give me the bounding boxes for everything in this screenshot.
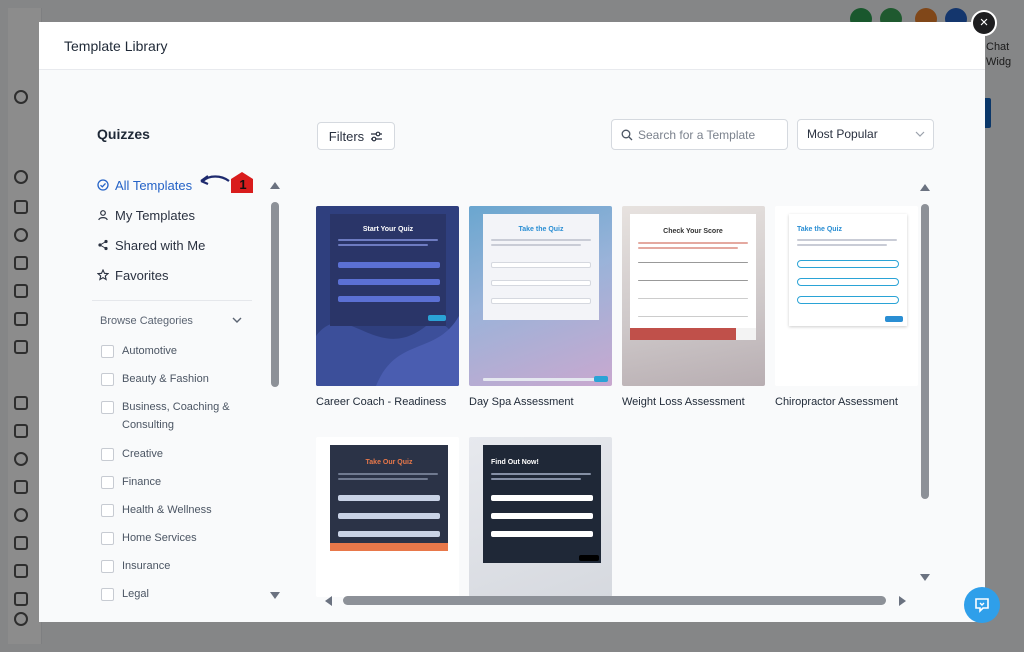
nav-all-templates[interactable]: All Templates bbox=[97, 176, 192, 194]
sidebar-scrollbar[interactable] bbox=[271, 202, 279, 387]
template-thumbnail[interactable]: Take Our Quiz bbox=[316, 437, 459, 597]
category-checkbox[interactable] bbox=[101, 401, 114, 414]
sliders-icon bbox=[371, 131, 383, 141]
template-thumbnail[interactable]: Find Out Now! bbox=[469, 437, 612, 597]
search-field[interactable] bbox=[611, 119, 788, 150]
star-icon bbox=[97, 269, 109, 281]
template-thumbnail[interactable]: Start Your Quiz bbox=[316, 206, 459, 386]
grid-scroll-down[interactable] bbox=[920, 574, 930, 581]
grid-scroll-left[interactable] bbox=[325, 596, 332, 606]
template-heading: Find Out Now! bbox=[491, 459, 539, 466]
category-checkbox[interactable] bbox=[101, 532, 114, 545]
category-business-coaching[interactable]: Business, Coaching & Consulting bbox=[101, 401, 242, 434]
category-label: Legal bbox=[122, 588, 149, 600]
nav-favorites[interactable]: Favorites bbox=[97, 266, 168, 284]
template-heading: Start Your Quiz bbox=[362, 226, 414, 233]
check-circle-icon bbox=[97, 179, 109, 191]
chevron-down-icon[interactable] bbox=[231, 315, 243, 325]
template-name: Day Spa Assessment bbox=[469, 396, 574, 408]
template-name: Career Coach - Readiness bbox=[316, 396, 447, 408]
template-heading: Take the Quiz bbox=[797, 226, 842, 233]
category-checkbox[interactable] bbox=[101, 345, 114, 358]
template-heading: Take Our Quiz bbox=[365, 459, 413, 466]
category-health-wellness[interactable]: Health & Wellness bbox=[101, 504, 242, 519]
modal-header: Template Library bbox=[39, 22, 985, 70]
grid-scroll-up[interactable] bbox=[920, 184, 930, 191]
category-label: Home Services bbox=[122, 532, 197, 544]
template-thumbnail[interactable]: Take the Quiz bbox=[469, 206, 612, 386]
category-home-services[interactable]: Home Services bbox=[101, 532, 242, 547]
category-checkbox[interactable] bbox=[101, 588, 114, 601]
category-label: Beauty & Fashion bbox=[122, 373, 209, 385]
nav-label: All Templates bbox=[115, 177, 193, 193]
template-heading: Take the Quiz bbox=[518, 226, 564, 233]
nav-label: My Templates bbox=[115, 207, 195, 223]
sidebar-scroll-down[interactable] bbox=[270, 592, 280, 599]
category-label: Finance bbox=[122, 476, 162, 488]
nav-label: Favorites bbox=[115, 267, 169, 283]
category-label: Insurance bbox=[122, 560, 171, 572]
annotation-badge: 1 bbox=[239, 177, 247, 192]
template-library-modal: Template Library Quizzes All Templates M… bbox=[39, 22, 985, 622]
nav-my-templates[interactable]: My Templates bbox=[97, 206, 195, 224]
nav-label: Shared with Me bbox=[115, 237, 206, 253]
close-button[interactable]: × bbox=[971, 10, 997, 36]
modal-title: Template Library bbox=[64, 38, 168, 54]
category-insurance[interactable]: Insurance bbox=[101, 560, 242, 575]
search-input[interactable] bbox=[638, 127, 778, 142]
sidebar-scroll-up[interactable] bbox=[270, 182, 280, 189]
share-icon bbox=[98, 239, 108, 251]
category-label: Health & Wellness bbox=[122, 504, 212, 516]
category-label: Creative bbox=[122, 448, 163, 460]
filters-label: Filters bbox=[328, 128, 365, 144]
chat-widget-button[interactable] bbox=[964, 587, 1000, 623]
grid-vertical-scrollbar[interactable] bbox=[921, 204, 929, 499]
category-legal[interactable]: Legal bbox=[101, 588, 242, 603]
category-finance[interactable]: Finance bbox=[101, 476, 242, 491]
user-icon bbox=[98, 210, 108, 221]
category-creative[interactable]: Creative bbox=[101, 448, 242, 463]
category-checkbox[interactable] bbox=[101, 560, 114, 573]
divider bbox=[92, 300, 252, 301]
close-icon: × bbox=[979, 14, 989, 31]
sidebar-title: Quizzes bbox=[97, 126, 150, 142]
grid-scroll-right[interactable] bbox=[899, 596, 906, 606]
chevron-down-icon bbox=[915, 131, 925, 137]
category-label: Automotive bbox=[122, 345, 178, 357]
category-automotive[interactable]: Automotive bbox=[101, 345, 242, 360]
category-checkbox[interactable] bbox=[101, 504, 114, 517]
category-label: Business, Coaching & Consulting bbox=[122, 401, 230, 431]
template-thumbnail[interactable]: Check Your Score bbox=[622, 206, 765, 386]
category-checkbox[interactable] bbox=[101, 476, 114, 489]
template-name: Chiropractor Assessment bbox=[775, 396, 898, 408]
template-thumbnail[interactable]: Take the Quiz bbox=[775, 206, 918, 386]
nav-shared-with-me[interactable]: Shared with Me bbox=[97, 236, 205, 254]
search-icon bbox=[621, 129, 633, 140]
sort-select[interactable]: Most Popular bbox=[797, 119, 934, 150]
browse-categories-label[interactable]: Browse Categories bbox=[100, 315, 193, 327]
category-beauty-fashion[interactable]: Beauty & Fashion bbox=[101, 373, 242, 388]
template-heading: Check Your Score bbox=[663, 228, 723, 235]
category-checkbox[interactable] bbox=[101, 448, 114, 461]
template-name: Weight Loss Assessment bbox=[622, 396, 745, 408]
grid-horizontal-scrollbar[interactable] bbox=[343, 596, 886, 605]
filters-button[interactable]: Filters bbox=[317, 122, 395, 150]
chat-bubble-icon bbox=[975, 598, 989, 613]
category-checkbox[interactable] bbox=[101, 373, 114, 386]
sort-value: Most Popular bbox=[807, 127, 878, 141]
